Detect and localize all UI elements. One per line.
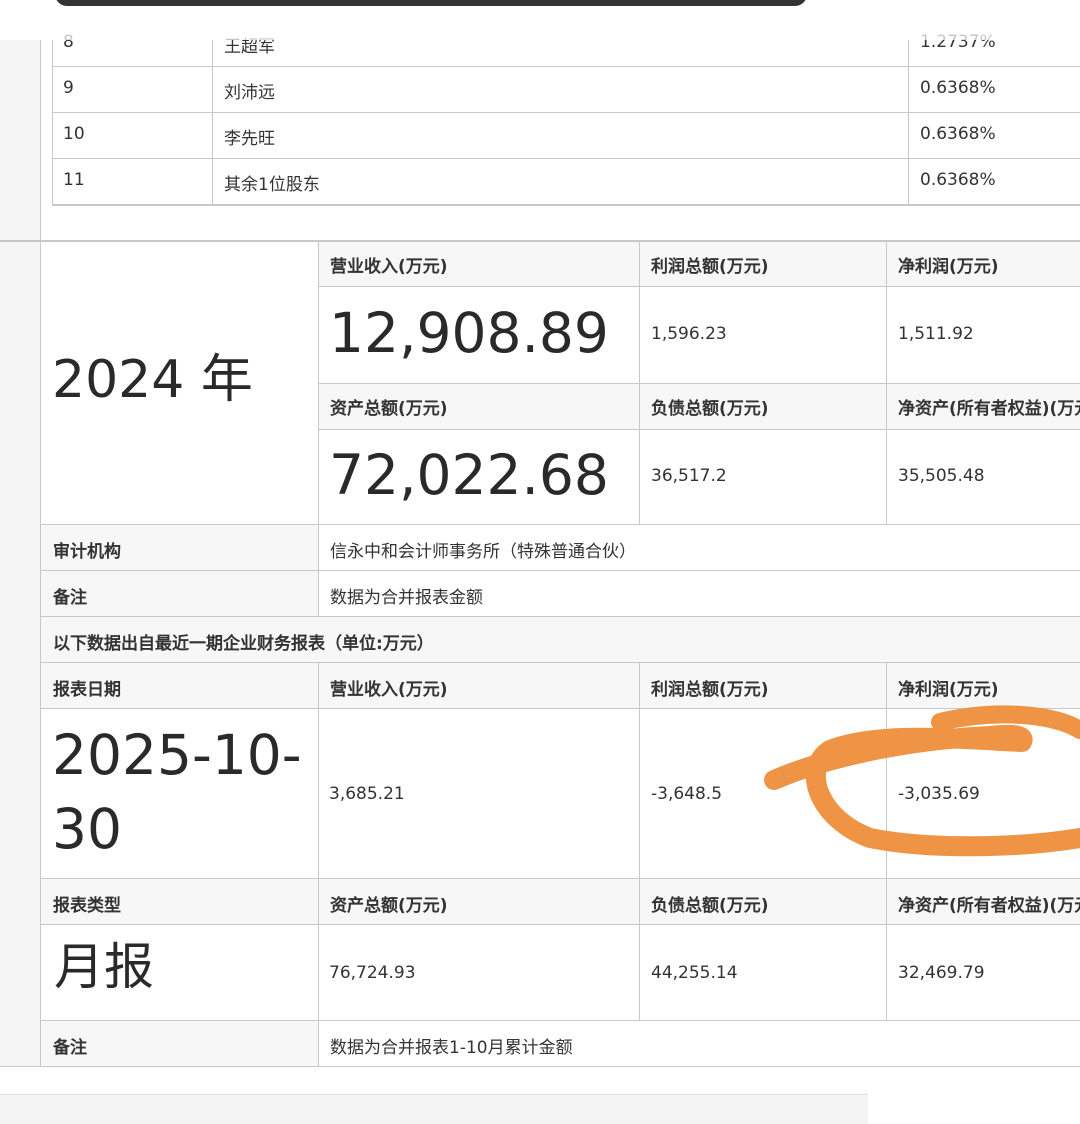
top-mask bbox=[0, 0, 1080, 40]
table-row-10-ratio: 0.6368% bbox=[920, 124, 996, 144]
report-type-value: 月报 bbox=[54, 938, 154, 996]
recent-total-profit-label: 利润总额(万元) bbox=[651, 680, 769, 700]
recent-total-assets-label: 资产总额(万元) bbox=[330, 896, 448, 916]
report-date-label: 报表日期 bbox=[53, 680, 121, 700]
scroll-overlay-bar[interactable] bbox=[55, 0, 807, 6]
recent-section-title: 以下数据出自最近一期企业财务报表（单位:万元） bbox=[53, 634, 434, 654]
annual-total-liabilities-label: 负债总额(万元) bbox=[651, 399, 769, 419]
report-type-label: 报表类型 bbox=[53, 896, 121, 916]
left-gutter bbox=[0, 40, 40, 1066]
annual-revenue-label: 营业收入(万元) bbox=[330, 257, 448, 277]
annual-net-profit-value: 1,511.92 bbox=[898, 324, 974, 344]
recent-remark-value: 数据为合并报表1-10月累计金额 bbox=[330, 1038, 573, 1058]
recent-total-profit-value: -3,648.5 bbox=[651, 784, 723, 804]
remark-value: 数据为合并报表金额 bbox=[330, 588, 483, 608]
recent-net-assets-label: 净资产(所有者权益)(万元) bbox=[898, 896, 1080, 916]
recent-net-profit-label: 净利润(万元) bbox=[898, 680, 999, 700]
annual-total-profit-value: 1,596.23 bbox=[651, 324, 727, 344]
recent-total-liabilities-label: 负债总额(万元) bbox=[651, 896, 769, 916]
report-date-line-1: 2025-10- bbox=[52, 723, 302, 787]
recent-net-assets-value: 32,469.79 bbox=[898, 963, 985, 983]
annual-net-assets-label: 净资产(所有者权益)(万元) bbox=[898, 399, 1080, 419]
annual-total-profit-label: 利润总额(万元) bbox=[651, 257, 769, 277]
annual-net-assets-value: 35,505.48 bbox=[898, 466, 985, 486]
report-date-line-2: 30 bbox=[52, 797, 122, 861]
table-row-11-ratio: 0.6368% bbox=[920, 170, 996, 190]
table-row-9-no: 9 bbox=[63, 78, 74, 98]
annual-total-liabilities-value: 36,517.2 bbox=[651, 466, 727, 486]
recent-revenue-label: 营业收入(万元) bbox=[330, 680, 448, 700]
recent-remark-label: 备注 bbox=[53, 1038, 87, 1058]
annual-total-assets-label: 资产总额(万元) bbox=[330, 399, 448, 419]
table-row-11-name: 其余1位股东 bbox=[224, 175, 320, 195]
table-row-10-no: 10 bbox=[63, 124, 85, 144]
bottom-band bbox=[0, 1094, 868, 1124]
annual-net-profit-label: 净利润(万元) bbox=[898, 257, 999, 277]
remark-label: 备注 bbox=[53, 588, 87, 608]
recent-revenue-value: 3,685.21 bbox=[329, 784, 405, 804]
recent-total-assets-value: 76,724.93 bbox=[329, 963, 416, 983]
annual-revenue-value: 12,908.89 bbox=[329, 301, 609, 365]
annual-total-assets-value: 72,022.68 bbox=[329, 443, 609, 507]
page: 8 王超军 1.2737% 9 刘沛远 0.6368% 10 李先旺 0.636… bbox=[0, 0, 1080, 1124]
recent-total-liabilities-value: 44,255.14 bbox=[651, 963, 738, 983]
table-row-9-name: 刘沛远 bbox=[224, 83, 275, 103]
table-row-10-name: 李先旺 bbox=[224, 129, 275, 149]
audit-label: 审计机构 bbox=[53, 542, 121, 562]
hand-drawn-circle-annotation bbox=[764, 705, 1080, 857]
audit-value: 信永中和会计师事务所（特殊普通合伙） bbox=[330, 542, 636, 562]
annual-year: 2024 年 bbox=[52, 350, 253, 410]
table-row-9-ratio: 0.6368% bbox=[920, 78, 996, 98]
table-row-11-no: 11 bbox=[63, 170, 85, 190]
